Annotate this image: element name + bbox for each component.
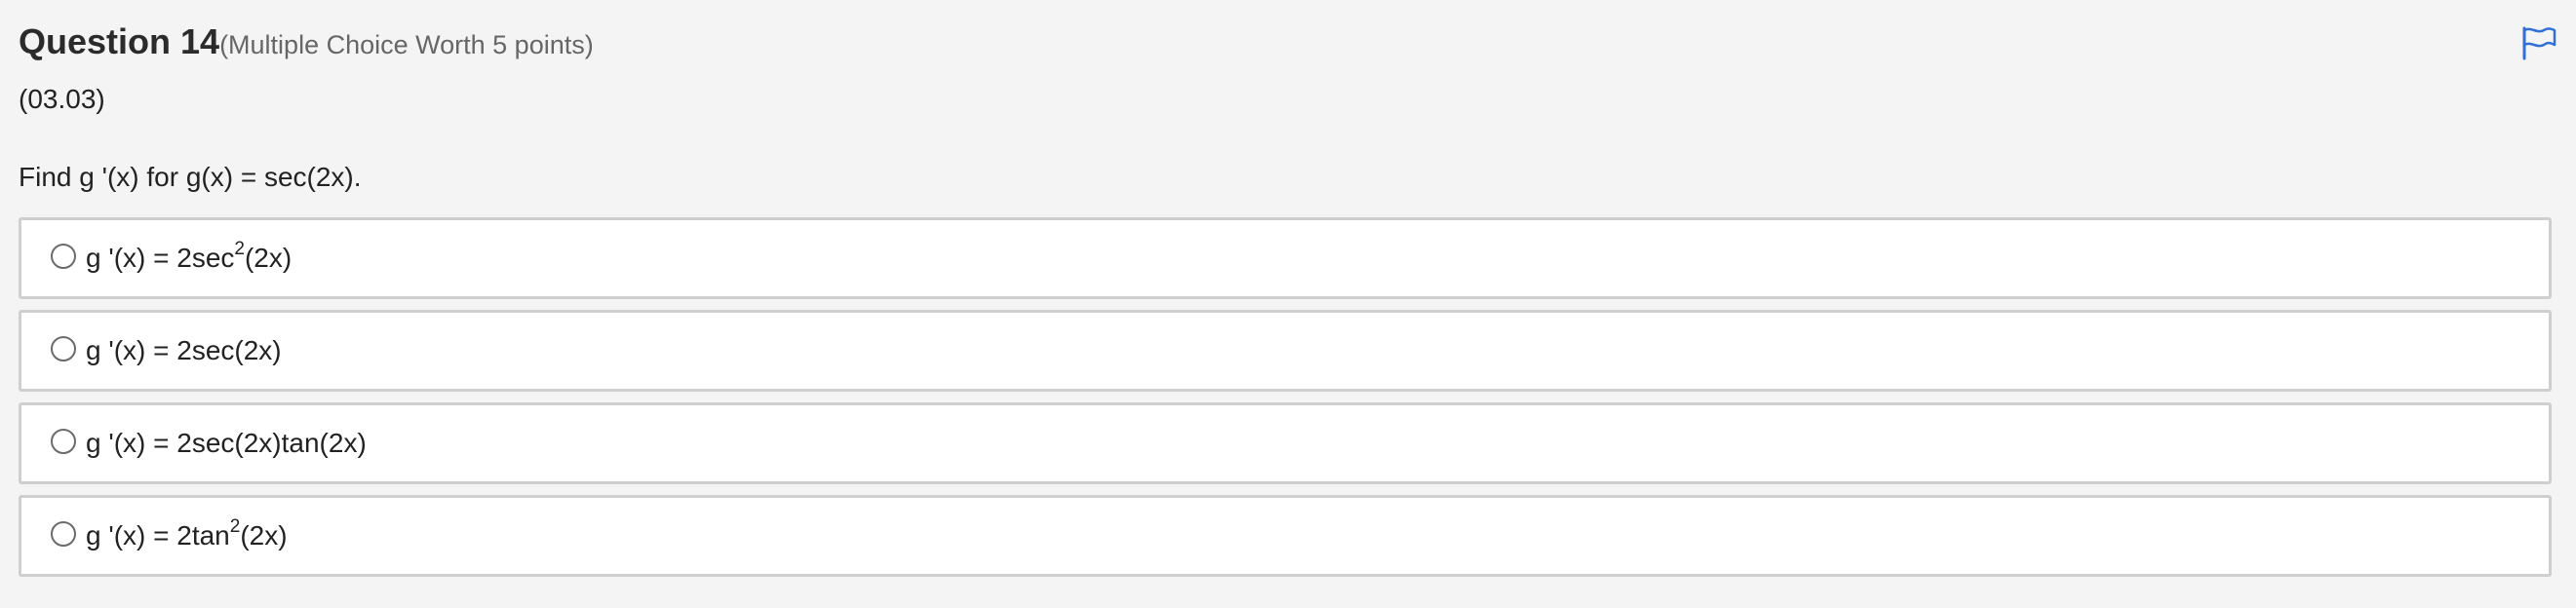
choice-text-main: g '(x) = 2tan bbox=[86, 520, 230, 551]
choice-text: g '(x) = 2sec2(2x) bbox=[86, 240, 293, 274]
radio-button[interactable] bbox=[51, 336, 76, 361]
radio-button[interactable] bbox=[51, 429, 76, 454]
answer-choice[interactable]: g '(x) = 2tan2(2x) bbox=[19, 495, 2552, 577]
choice-text: g '(x) = 2sec(2x)tan(2x) bbox=[86, 428, 367, 459]
answer-choice[interactable]: g '(x) = 2sec(2x)tan(2x) bbox=[19, 402, 2552, 484]
flag-icon[interactable] bbox=[2520, 25, 2557, 60]
radio-button[interactable] bbox=[51, 244, 76, 269]
radio-button[interactable] bbox=[51, 521, 76, 547]
choice-text-tail: (2x) bbox=[240, 520, 288, 551]
question-header: Question 14 (Multiple Choice Worth 5 poi… bbox=[19, 21, 594, 62]
question-code: (03.03) bbox=[19, 84, 105, 114]
choice-exponent: 2 bbox=[229, 515, 241, 537]
choice-text: g '(x) = 2sec(2x) bbox=[86, 335, 282, 366]
choice-text-main: g '(x) = 2sec bbox=[86, 243, 235, 273]
question-worth: (Multiple Choice Worth 5 points) bbox=[219, 30, 594, 59]
choice-text-tail: (2x) bbox=[244, 243, 293, 273]
choice-text-main: g '(x) = 2sec(2x)tan(2x) bbox=[86, 428, 367, 458]
answer-choice[interactable]: g '(x) = 2sec(2x) bbox=[19, 310, 2552, 392]
choice-exponent: 2 bbox=[234, 238, 245, 259]
question-prompt: Find g '(x) for g(x) = sec(2x). bbox=[19, 162, 362, 192]
choice-text: g '(x) = 2tan2(2x) bbox=[86, 517, 288, 551]
answer-choices: g '(x) = 2sec2(2x) g '(x) = 2sec(2x) g '… bbox=[19, 217, 2552, 588]
choice-text-main: g '(x) = 2sec(2x) bbox=[86, 335, 282, 365]
answer-choice[interactable]: g '(x) = 2sec2(2x) bbox=[19, 217, 2552, 299]
question-title: Question 14 bbox=[19, 21, 220, 61]
